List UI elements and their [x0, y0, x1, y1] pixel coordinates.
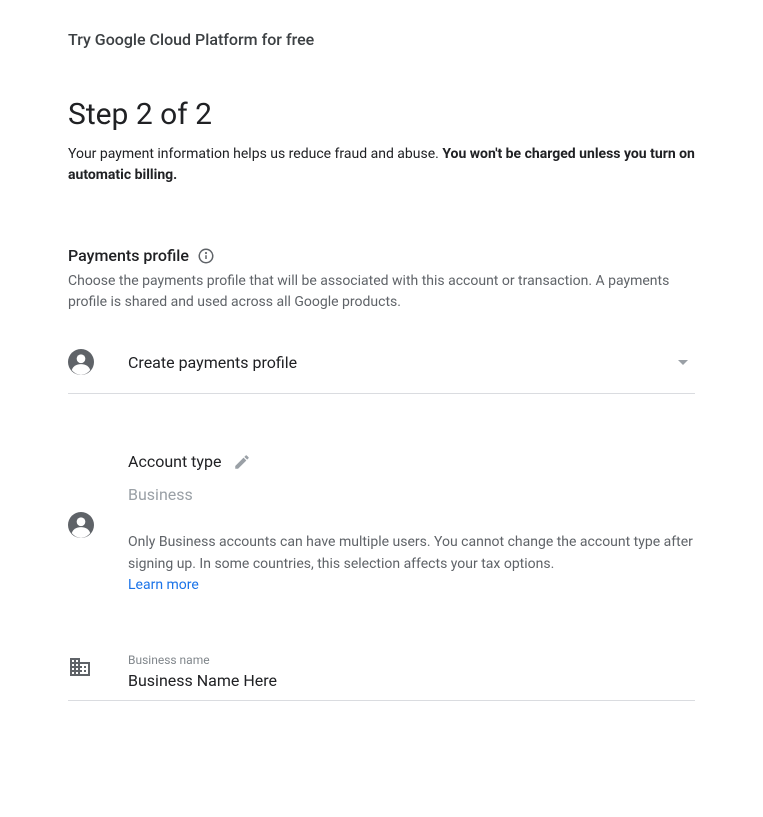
chevron-down-icon	[671, 350, 695, 374]
payments-profile-header: Payments profile	[68, 246, 695, 265]
payments-profile-title: Payments profile	[68, 246, 189, 265]
payments-profile-desc: Choose the payments profile that will be…	[68, 271, 695, 313]
account-type-note: Only Business accounts can have multiple…	[128, 532, 695, 597]
learn-more-link[interactable]: Learn more	[128, 577, 199, 593]
info-icon[interactable]	[197, 247, 215, 265]
business-name-section: Business name	[68, 653, 695, 701]
step-heading: Step 2 of 2	[68, 97, 695, 132]
step-desc-lead: Your payment information helps us reduce…	[68, 146, 442, 162]
account-type-section: Account type Business Only Business acco…	[68, 452, 695, 597]
person-icon	[68, 349, 94, 375]
step-description: Your payment information helps us reduce…	[68, 144, 695, 186]
create-payments-profile-dropdown[interactable]: Create payments profile	[68, 349, 695, 394]
person-icon	[68, 512, 94, 538]
account-type-value: Business	[128, 485, 695, 504]
account-type-note-text: Only Business accounts can have multiple…	[128, 534, 693, 572]
account-type-label: Account type	[128, 452, 221, 471]
business-name-label: Business name	[128, 653, 695, 667]
create-payments-profile-label: Create payments profile	[128, 353, 297, 372]
business-icon	[68, 655, 128, 679]
business-name-input[interactable]	[128, 671, 695, 690]
edit-icon[interactable]	[233, 453, 251, 471]
page-title: Try Google Cloud Platform for free	[68, 30, 695, 49]
